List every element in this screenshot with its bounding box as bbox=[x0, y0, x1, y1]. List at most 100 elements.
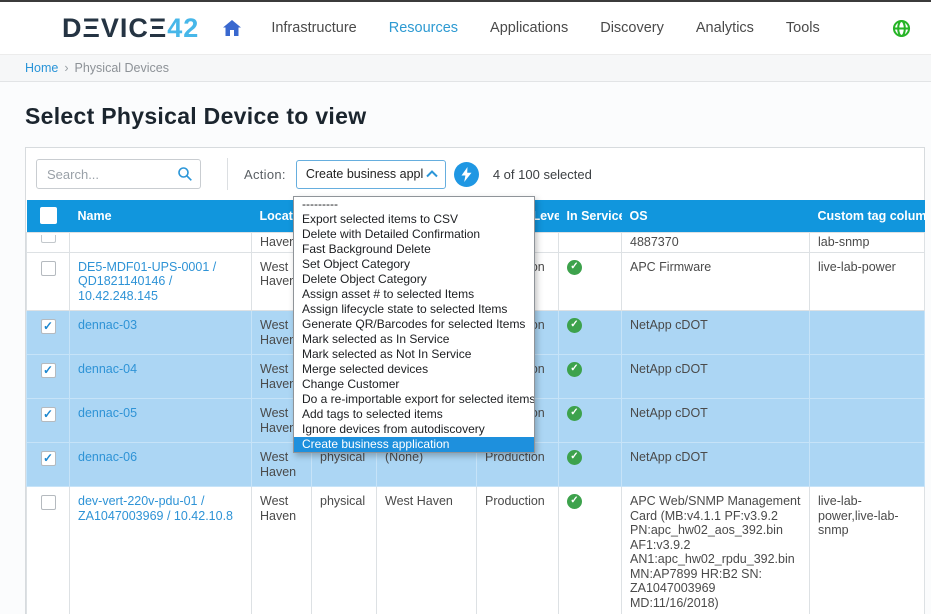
action-menu-item[interactable]: Export selected items to CSV bbox=[294, 212, 534, 227]
in-service-icon: ✓ bbox=[567, 450, 582, 465]
nav-item-applications[interactable]: Applications bbox=[474, 12, 584, 44]
cell-select: ✓ bbox=[26, 398, 70, 443]
in-service-icon: ✓ bbox=[567, 318, 582, 333]
row-checkbox[interactable] bbox=[40, 260, 56, 276]
row-checkbox-clipped[interactable] bbox=[40, 234, 56, 243]
cell-name: dennac-05 bbox=[69, 398, 252, 443]
nav-item-analytics[interactable]: Analytics bbox=[680, 12, 770, 44]
action-menu-item[interactable]: Assign lifecycle state to selected Items bbox=[294, 302, 534, 317]
cell-os: NetApp cDOT bbox=[621, 442, 810, 487]
action-menu-item[interactable]: Set Object Category bbox=[294, 257, 534, 272]
breadcrumb-home-link[interactable]: Home bbox=[25, 61, 58, 75]
breadcrumb-current: Physical Devices bbox=[74, 61, 169, 75]
run-action-button[interactable] bbox=[453, 161, 479, 187]
action-menu-item[interactable]: Assign asset # to selected Items bbox=[294, 287, 534, 302]
main-navbar: DΞVICΞ42 Infrastructure Resources Applicat… bbox=[0, 2, 931, 55]
in-service-icon: ✓ bbox=[567, 494, 582, 509]
action-menu-item[interactable]: Delete Object Category bbox=[294, 272, 534, 287]
toolbar-divider bbox=[227, 158, 228, 190]
globe-icon[interactable] bbox=[892, 19, 911, 38]
select-all-checkbox[interactable] bbox=[39, 207, 57, 225]
cell-name: dennac-03 bbox=[69, 310, 252, 355]
cell-name: dennac-04 bbox=[69, 354, 252, 399]
cell-customer: West Haven bbox=[376, 486, 477, 614]
cell-name: DE5-MDF01-UPS-0001 / QD1821140146 / 10.4… bbox=[69, 251, 252, 311]
column-header-custom-tag-column[interactable]: Custom tag column bbox=[809, 200, 925, 232]
action-menu-item[interactable]: Ignore devices from autodiscovery bbox=[294, 422, 534, 437]
device-row: dev-vert-220v-pdu-01 / ZA1047003969 / 10… bbox=[26, 486, 925, 614]
cell-tags bbox=[809, 442, 925, 487]
cell-tags: live-lab-power bbox=[809, 251, 925, 311]
cell-os: NetApp cDOT bbox=[621, 310, 810, 355]
row-checkbox[interactable]: ✓ bbox=[40, 363, 56, 378]
action-menu-item[interactable]: Mark selected as In Service bbox=[294, 332, 534, 347]
cell-tags bbox=[809, 398, 925, 443]
action-select[interactable]: Create business appl bbox=[295, 159, 446, 189]
cell-select: ✓ bbox=[26, 354, 70, 399]
column-header-os[interactable]: OS bbox=[621, 200, 810, 232]
action-menu-item[interactable]: Add tags to selected items bbox=[294, 407, 534, 422]
selected-summary: 4 of 100 selected bbox=[492, 166, 592, 182]
page-title: Select Physical Device to view bbox=[25, 103, 367, 129]
nav-item-infrastructure[interactable]: Infrastructure bbox=[255, 12, 372, 44]
nav-item-discovery[interactable]: Discovery bbox=[584, 12, 680, 44]
search-box bbox=[36, 159, 201, 189]
row-checkbox[interactable]: ✓ bbox=[40, 451, 56, 466]
cell-tags bbox=[809, 310, 925, 355]
cell-in-service: ✓ bbox=[558, 442, 622, 487]
list-toolbar: Action: Create business appl 4 of 100 se… bbox=[26, 148, 924, 200]
select-all-header[interactable] bbox=[26, 200, 70, 232]
cell-os: NetApp cDOT bbox=[621, 354, 810, 399]
app-window: DΞVICΞ42 Infrastructure Resources Applicat… bbox=[0, 0, 931, 614]
action-menu-item[interactable]: Generate QR/Barcodes for selected Items bbox=[294, 317, 534, 332]
action-menu-item[interactable]: --------- bbox=[294, 197, 534, 212]
home-icon[interactable] bbox=[223, 20, 242, 36]
row-checkbox[interactable] bbox=[40, 495, 56, 510]
cell-os: APC Firmware bbox=[621, 251, 810, 311]
cell-tags bbox=[809, 354, 925, 399]
nav-item-resources[interactable]: Resources bbox=[373, 12, 474, 44]
cell-in-service: ✓ bbox=[558, 398, 622, 443]
column-header-name[interactable]: Name bbox=[69, 200, 252, 232]
main-nav: Infrastructure Resources Applications Disco… bbox=[255, 12, 835, 44]
row-checkbox[interactable]: ✓ bbox=[40, 319, 56, 334]
cell-os: APC Web/SNMP Management Card (MB:v4.1.1 … bbox=[621, 486, 810, 614]
action-menu-item[interactable]: Do a re-importable export for selected i… bbox=[294, 392, 534, 407]
device-link[interactable]: dennac-05 bbox=[78, 406, 137, 420]
breadcrumb: Home › Physical Devices bbox=[0, 55, 931, 82]
column-header-in-service[interactable]: In Service bbox=[558, 200, 622, 232]
cell-tags: live-lab-power,live-lab-snmp bbox=[809, 486, 925, 614]
cell-in-service: ✓ bbox=[558, 486, 622, 614]
cell-in-service bbox=[558, 231, 622, 253]
action-menu-item[interactable]: Change Customer bbox=[294, 377, 534, 392]
search-icon[interactable] bbox=[177, 166, 193, 187]
device-link[interactable]: dennac-06 bbox=[78, 450, 137, 464]
bolt-icon bbox=[461, 166, 472, 182]
row-checkbox[interactable]: ✓ bbox=[40, 407, 56, 422]
device-link[interactable]: dev-vert-220v-pdu-01 / ZA1047003969 / 10… bbox=[78, 494, 233, 523]
cell-name bbox=[69, 231, 252, 253]
cell-in-service: ✓ bbox=[558, 251, 622, 311]
cell-tags: lab-snmp bbox=[809, 231, 925, 253]
device-link[interactable]: dennac-04 bbox=[78, 362, 137, 376]
device-link[interactable]: DE5-MDF01-UPS-0001 / QD1821140146 / 10.4… bbox=[78, 260, 216, 303]
action-menu-item[interactable]: Mark selected as Not In Service bbox=[294, 347, 534, 362]
cell-in-service: ✓ bbox=[558, 354, 622, 399]
logo-accent-text: 42 bbox=[167, 12, 200, 43]
nav-item-tools[interactable]: Tools bbox=[770, 12, 836, 44]
cell-select: ✓ bbox=[26, 442, 70, 487]
chevron-up-icon bbox=[426, 170, 438, 178]
action-menu-item[interactable]: Fast Background Delete bbox=[294, 242, 534, 257]
cell-service-level: Production bbox=[476, 486, 559, 614]
cell-select bbox=[26, 231, 70, 253]
cell-location: West Haven bbox=[251, 486, 312, 614]
action-select-value: Create business appl bbox=[305, 167, 424, 181]
action-menu-item[interactable]: Merge selected devices bbox=[294, 362, 534, 377]
in-service-icon: ✓ bbox=[567, 406, 582, 421]
action-menu-item[interactable]: Create business application bbox=[294, 437, 534, 452]
device42-logo[interactable]: DΞVICΞ42 bbox=[62, 13, 199, 44]
action-label: Action: bbox=[244, 166, 286, 182]
cell-name: dev-vert-220v-pdu-01 / ZA1047003969 / 10… bbox=[69, 486, 252, 614]
action-menu-item[interactable]: Delete with Detailed Confirmation bbox=[294, 227, 534, 242]
device-link[interactable]: dennac-03 bbox=[78, 318, 137, 332]
